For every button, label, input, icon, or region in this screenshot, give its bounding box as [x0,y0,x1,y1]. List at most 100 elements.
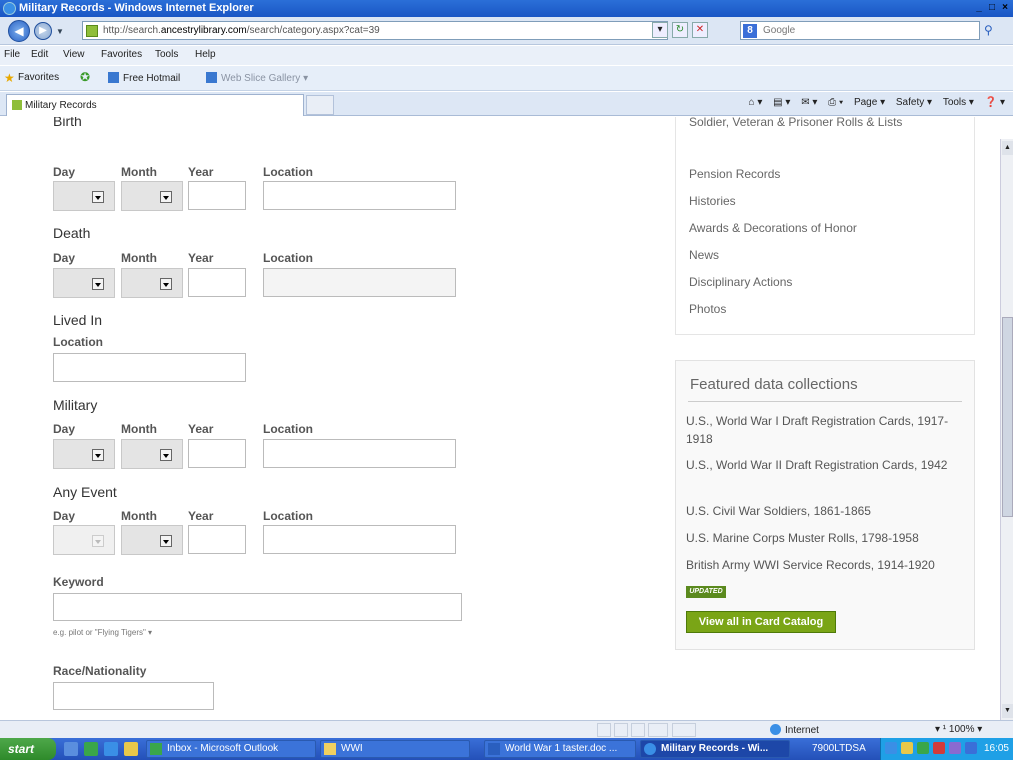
back-button[interactable]: ◀ [8,20,30,42]
any-event-month-select[interactable] [121,525,183,555]
featured-collection-link[interactable]: U.S. Marine Corps Muster Rolls, 1798-195… [686,529,966,547]
menu-favorites[interactable]: Favorites [101,49,142,60]
featured-collection-link[interactable]: U.S., World War II Draft Registration Ca… [686,456,966,474]
search-placeholder[interactable]: Google [763,25,795,36]
zoom-level[interactable]: ▾ ¹ 100% ▾ [935,724,982,735]
close-button[interactable]: × [999,1,1011,15]
sidebar-link[interactable]: Awards & Decorations of Honor [689,221,857,235]
taskbar-item-wwi-folder[interactable]: WWI [320,740,470,758]
refresh-icon[interactable]: ↻ [672,22,688,38]
race-nationality-input[interactable] [53,682,214,710]
menu-edit[interactable]: Edit [31,49,48,60]
menu-file[interactable]: File [4,49,20,60]
sidebar-link[interactable]: Histories [689,194,736,208]
history-dropdown-icon[interactable]: ▼ [56,27,64,36]
featured-collection-link[interactable]: British Army WWI Service Records, 1914-1… [686,556,966,574]
security-icon[interactable] [672,723,696,737]
sidebar-link[interactable]: Soldier, Veteran & Prisoner Rolls & List… [689,117,902,129]
birth-location-input[interactable] [263,181,456,210]
mail-icon[interactable]: ✉ ▾ [801,97,817,108]
search-form: Birth Day Month Year Location Death Day … [0,117,660,719]
tray-network-icon[interactable] [885,742,897,754]
tools-menu[interactable]: Tools ▾ [943,97,974,108]
taskbar-item-word[interactable]: World War 1 taster.doc ... [484,740,636,758]
birth-day-select[interactable] [53,181,115,211]
scroll-thumb[interactable] [1002,317,1013,517]
tray-security-icon[interactable] [901,742,913,754]
tab-military-records[interactable]: Military Records [6,94,304,116]
menu-help[interactable]: Help [195,49,216,60]
death-day-select[interactable] [53,268,115,298]
quicklaunch-desktop-icon[interactable] [64,742,78,756]
any-event-year-input[interactable] [188,525,246,554]
favorites-star-icon[interactable]: ★ [4,71,15,85]
security-zone[interactable]: Internet [770,724,819,736]
stop-icon[interactable]: ✕ [692,22,708,38]
scroll-up-icon[interactable]: ▲ [1002,141,1013,155]
featured-collection-link[interactable]: U.S., World War I Draft Registration Car… [686,412,966,448]
view-all-card-catalog-button[interactable]: View all in Card Catalog [686,611,836,633]
menu-view[interactable]: View [63,49,85,60]
outlook-icon [150,743,162,755]
tray-antivirus-icon[interactable] [933,742,945,754]
quicklaunch-ie-icon[interactable] [104,742,118,756]
chevron-down-icon [160,191,172,203]
featured-collection-link[interactable]: U.S. Civil War Soldiers, 1861-1865 [686,502,966,520]
page-scrollbar[interactable]: ▲ ▼ [1000,139,1013,720]
keyword-hint[interactable]: e.g. pilot or "Flying Tigers" ▾ [53,628,152,637]
death-month-select[interactable] [121,268,183,298]
sidebar-link[interactable]: Pension Records [689,167,780,181]
sidebar-link[interactable]: News [689,248,719,262]
any-event-day-select[interactable] [53,525,115,555]
sidebar-link[interactable]: Photos [689,302,726,316]
add-favorite-icon[interactable]: ✪ [80,70,90,84]
new-tab-button[interactable] [306,95,334,115]
scroll-down-icon[interactable]: ▼ [1002,704,1013,718]
any-event-location-input[interactable] [263,525,456,554]
quicklaunch-outlook-icon[interactable] [84,742,98,756]
home-icon[interactable]: ⌂ ▾ [749,97,763,108]
category-links-box: Soldier, Veteran & Prisoner Rolls & List… [675,117,975,335]
start-button[interactable]: start [0,738,56,760]
forward-button[interactable]: ▶ [34,22,52,40]
military-location-input[interactable] [263,439,456,468]
search-icon[interactable]: ⚲ [984,23,993,37]
taskbar-item-ie[interactable]: Military Records - Wi... [640,740,790,758]
birth-location-label: Location [263,165,313,179]
folder-icon [324,743,336,755]
help-icon[interactable]: ❓ ▾ [985,97,1005,108]
birth-month-select[interactable] [121,181,183,211]
death-location-input[interactable] [263,268,456,297]
tray-volume-icon[interactable] [949,742,961,754]
address-url[interactable]: http://search.ancestrylibrary.com/search… [103,25,380,36]
taskbar-item-outlook[interactable]: Inbox - Microsoft Outlook [146,740,316,758]
tray-display-icon[interactable] [965,742,977,754]
favorites-button[interactable]: Favorites [18,72,59,83]
quicklaunch-media-icon[interactable] [124,742,138,756]
lived-in-location-input[interactable] [53,353,246,382]
address-dropdown-icon[interactable]: ▾ [652,22,668,38]
print-icon[interactable]: ⎙ ▾ [828,97,843,108]
military-heading: Military [53,397,98,413]
search-box[interactable]: 8 Google [740,21,980,40]
favorite-web-slice[interactable]: Web Slice Gallery ▾ [206,72,308,84]
minimize-button[interactable]: _ [973,1,985,15]
favorite-web-slice-label: Web Slice Gallery ▾ [221,73,309,84]
feeds-icon[interactable]: ▤ ▾ [773,97,790,108]
address-bar[interactable]: http://search.ancestrylibrary.com/search… [82,21,668,40]
death-year-input[interactable] [188,268,246,297]
keyword-input[interactable] [53,593,462,621]
death-location-label: Location [263,251,313,265]
sidebar-link[interactable]: Disciplinary Actions [689,275,792,289]
safety-menu[interactable]: Safety ▾ [896,97,932,108]
menu-tools[interactable]: Tools [155,49,178,60]
tray-app-icon[interactable] [917,742,929,754]
military-year-input[interactable] [188,439,246,468]
military-day-select[interactable] [53,439,115,469]
death-month-label: Month [121,251,157,265]
restore-button[interactable]: □ [986,1,998,15]
military-month-select[interactable] [121,439,183,469]
page-menu[interactable]: Page ▾ [854,97,885,108]
birth-year-input[interactable] [188,181,246,210]
favorite-hotmail[interactable]: Free Hotmail [108,72,180,84]
